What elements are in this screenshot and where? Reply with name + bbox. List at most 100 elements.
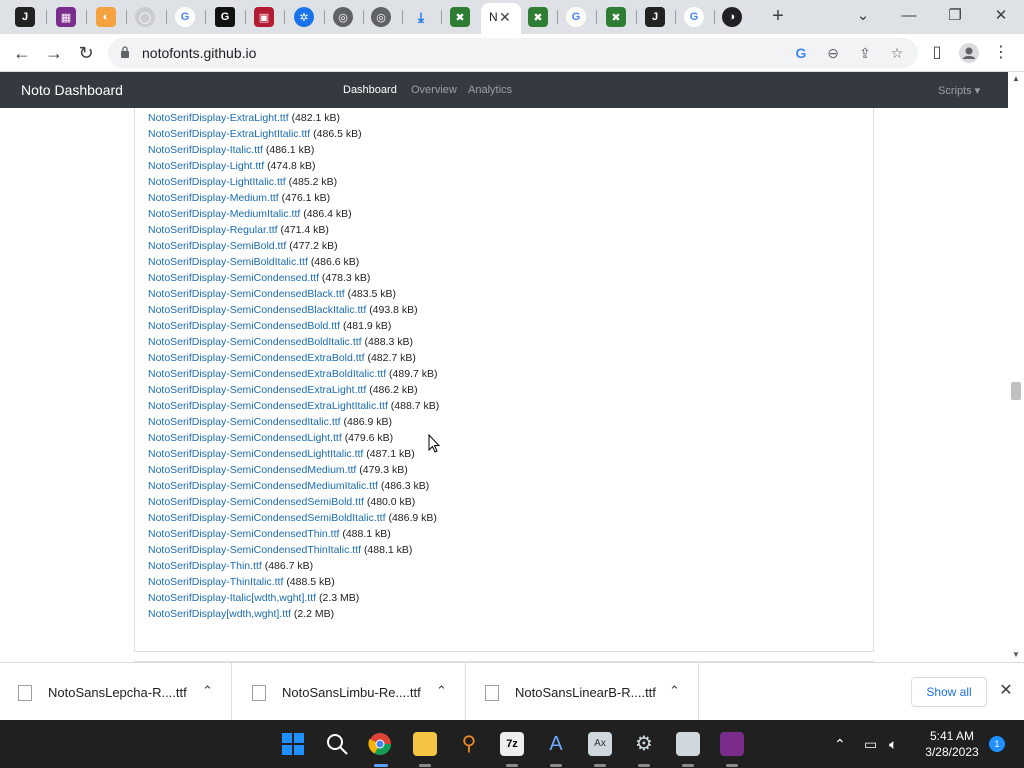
- file-link[interactable]: NotoSerifDisplay-Italic.ttf: [148, 144, 263, 156]
- font-app-icon[interactable]: A: [544, 732, 568, 756]
- file-link[interactable]: NotoSerifDisplay-SemiCondensedBoldItalic…: [148, 336, 362, 348]
- settings-gear-icon[interactable]: ⚙: [632, 732, 656, 756]
- search-tool-icon[interactable]: ⚲: [457, 732, 481, 756]
- bookmark-star-icon[interactable]: ☆: [888, 44, 906, 62]
- tab-favicon-j-icon[interactable]: J: [645, 7, 665, 27]
- windows-start-icon[interactable]: [281, 732, 305, 756]
- download-item[interactable]: NotoSansLepcha-R....ttf ⌃: [0, 663, 232, 721]
- tab-favicon-globe-icon[interactable]: ◑: [722, 7, 742, 27]
- tab-favicon-google-icon[interactable]: G: [566, 7, 586, 27]
- tab-favicon-3-icon[interactable]: ◐: [96, 7, 116, 27]
- show-all-downloads-button[interactable]: Show all: [911, 677, 987, 707]
- file-link[interactable]: NotoSerifDisplay-SemiCondensedBold.ttf: [148, 320, 340, 332]
- chevron-up-icon[interactable]: ⌃: [669, 683, 680, 699]
- file-link[interactable]: NotoSerifDisplay-SemiCondensedBlack.ttf: [148, 288, 345, 300]
- file-link[interactable]: NotoSerifDisplay-SemiCondensedSemiBoldIt…: [148, 512, 386, 524]
- download-item[interactable]: NotoSansLimbu-Re....ttf ⌃: [234, 663, 466, 721]
- tab-favicon-7-icon[interactable]: ▣: [254, 7, 274, 27]
- network-icon[interactable]: ▭: [864, 736, 877, 753]
- scroll-up-icon[interactable]: ▲: [1011, 74, 1021, 84]
- side-panel-icon[interactable]: ▯: [926, 42, 948, 64]
- file-link[interactable]: NotoSerifDisplay-SemiCondensedExtraLight…: [148, 400, 388, 412]
- nav-overview[interactable]: Overview: [411, 84, 457, 96]
- scripts-dropdown[interactable]: Scripts ▾: [938, 84, 980, 97]
- minimize-icon[interactable]: —: [894, 4, 924, 28]
- tab-favicon-google-icon[interactable]: G: [684, 7, 704, 27]
- tab-favicon-colorful-icon[interactable]: ✖: [606, 7, 626, 27]
- file-link[interactable]: NotoSerifDisplay-Medium.ttf: [148, 192, 279, 204]
- tab-favicon-download-icon[interactable]: ⤓: [411, 7, 431, 27]
- system-clock[interactable]: 5:41 AM 3/28/2023: [922, 728, 982, 760]
- tab-favicon-colorful-icon[interactable]: ✖: [528, 7, 548, 27]
- file-link[interactable]: NotoSerifDisplay-SemiCondensed.ttf: [148, 272, 319, 284]
- file-link[interactable]: NotoSerifDisplay-SemiCondensedExtraBoldI…: [148, 368, 386, 380]
- chrome-icon[interactable]: [368, 732, 392, 756]
- file-link[interactable]: NotoSerifDisplay-LightItalic.ttf: [148, 176, 286, 188]
- file-link[interactable]: NotoSerifDisplay-SemiCondensedExtraLight…: [148, 384, 366, 396]
- address-bar[interactable]: notofonts.github.io G ⊖ ⇪ ☆: [108, 38, 918, 68]
- font-viewer-icon[interactable]: Ax: [588, 732, 612, 756]
- file-link[interactable]: NotoSerifDisplay-Thin.ttf: [148, 560, 262, 572]
- restore-icon[interactable]: ❐: [940, 4, 970, 28]
- file-link[interactable]: NotoSerifDisplay-ExtraLight.ttf: [148, 112, 289, 124]
- tab-favicon-settings-icon[interactable]: ✲: [294, 7, 314, 27]
- active-tab[interactable]: N ✕: [481, 3, 521, 34]
- file-link[interactable]: NotoSerifDisplay-SemiCondensedItalic.ttf: [148, 416, 341, 428]
- notepad-icon[interactable]: [676, 732, 700, 756]
- tray-chevron-icon[interactable]: ⌃: [834, 736, 846, 753]
- file-link[interactable]: NotoSerifDisplay-SemiCondensedThin.ttf: [148, 528, 339, 540]
- download-item[interactable]: NotoSansLinearB-R....ttf ⌃: [467, 663, 699, 721]
- winrar-icon[interactable]: [720, 732, 744, 756]
- search-icon[interactable]: [325, 732, 349, 756]
- brand-link[interactable]: Noto Dashboard: [21, 82, 123, 98]
- nav-analytics[interactable]: Analytics: [468, 84, 512, 96]
- notification-badge[interactable]: 1: [989, 736, 1005, 752]
- scrollbar-thumb[interactable]: [1011, 382, 1021, 400]
- window-close-icon[interactable]: ✕: [986, 4, 1016, 28]
- forward-icon[interactable]: →: [42, 41, 66, 65]
- tab-favicon-colorful-icon[interactable]: ✖: [450, 7, 470, 27]
- chevron-up-icon[interactable]: ⌃: [202, 683, 213, 699]
- file-link[interactable]: NotoSerifDisplay-ExtraLightItalic.ttf: [148, 128, 310, 140]
- file-link[interactable]: NotoSerifDisplay-SemiCondensedBlackItali…: [148, 304, 366, 316]
- tab-favicon-chrome-icon[interactable]: ◎: [333, 7, 353, 27]
- tab-favicon-google-icon[interactable]: G: [175, 7, 195, 27]
- file-link[interactable]: NotoSerifDisplay-SemiCondensedSemiBold.t…: [148, 496, 364, 508]
- 7zip-icon[interactable]: 7z: [500, 732, 524, 756]
- chevron-up-icon[interactable]: ⌃: [436, 683, 447, 699]
- reload-icon[interactable]: ↻: [74, 41, 98, 65]
- file-link[interactable]: NotoSerifDisplay-SemiBold.ttf: [148, 240, 286, 252]
- back-icon[interactable]: ←: [10, 41, 34, 65]
- scroll-down-icon[interactable]: ▼: [1011, 650, 1021, 660]
- page-scrollbar[interactable]: ▲ ▼: [1008, 72, 1024, 662]
- file-link[interactable]: NotoSerifDisplay-Light.ttf: [148, 160, 264, 172]
- volume-icon[interactable]: 🔈︎: [889, 736, 897, 753]
- close-tab-icon[interactable]: ✕: [499, 9, 511, 26]
- tab-favicon-chrome-icon[interactable]: ◎: [371, 7, 391, 27]
- close-download-bar-icon[interactable]: ✕: [996, 681, 1016, 701]
- menu-kebab-icon[interactable]: ⋮: [990, 42, 1012, 64]
- file-link[interactable]: NotoSerifDisplay-ThinItalic.ttf: [148, 576, 283, 588]
- tab-favicon-google-icon[interactable]: G: [215, 7, 235, 27]
- tab-favicon-1-icon[interactable]: J: [15, 7, 35, 27]
- zoom-icon[interactable]: ⊖: [824, 44, 842, 62]
- tab-search-icon[interactable]: ⌄: [848, 4, 878, 28]
- google-translate-icon[interactable]: G: [792, 44, 810, 62]
- new-tab-button[interactable]: +: [767, 5, 789, 27]
- file-link[interactable]: NotoSerifDisplay-SemiCondensedThinItalic…: [148, 544, 361, 556]
- tab-favicon-github-icon[interactable]: ◯: [135, 7, 155, 27]
- file-explorer-icon[interactable]: [413, 732, 437, 756]
- nav-dashboard[interactable]: Dashboard: [343, 84, 397, 96]
- file-link[interactable]: NotoSerifDisplay-SemiCondensedLight.ttf: [148, 432, 342, 444]
- file-link[interactable]: NotoSerifDisplay-SemiCondensedMediumItal…: [148, 480, 378, 492]
- file-link[interactable]: NotoSerifDisplay-SemiBoldItalic.ttf: [148, 256, 308, 268]
- file-link[interactable]: NotoSerifDisplay-SemiCondensedMedium.ttf: [148, 464, 356, 476]
- file-link[interactable]: NotoSerifDisplay-Regular.ttf: [148, 224, 278, 236]
- share-icon[interactable]: ⇪: [856, 44, 874, 62]
- tab-favicon-2-icon[interactable]: ▦: [56, 7, 76, 27]
- file-link[interactable]: NotoSerifDisplay-Italic[wdth,wght].ttf: [148, 592, 316, 604]
- file-link[interactable]: NotoSerifDisplay-MediumItalic.ttf: [148, 208, 300, 220]
- profile-avatar-icon[interactable]: [958, 42, 980, 64]
- file-link[interactable]: NotoSerifDisplay-SemiCondensedLightItali…: [148, 448, 363, 460]
- file-link[interactable]: NotoSerifDisplay[wdth,wght].ttf: [148, 608, 291, 620]
